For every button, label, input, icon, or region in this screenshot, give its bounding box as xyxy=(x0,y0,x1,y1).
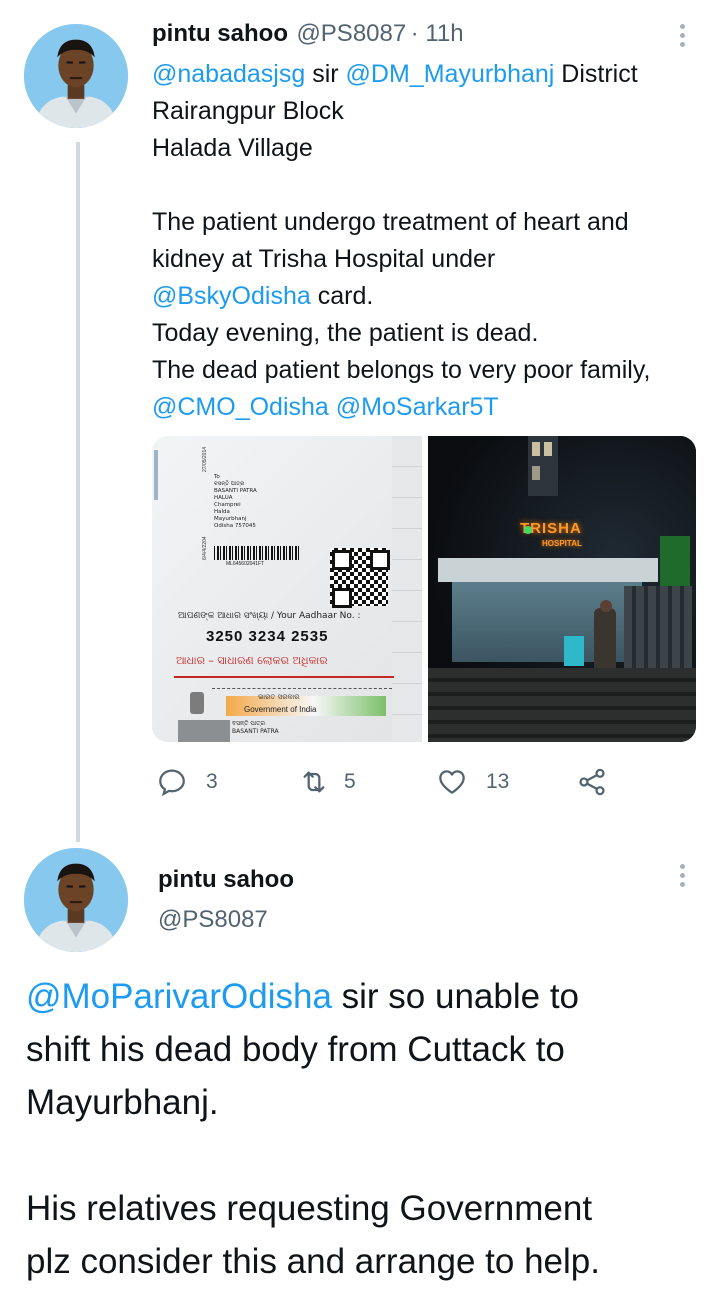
aadhaar-label: ଆପଣଙ୍କ ଆଧାର ସଂଖ୍ୟା / Your Aadhaar No. : xyxy=(178,611,361,621)
steps xyxy=(428,668,696,742)
person-head xyxy=(600,600,612,612)
card-side-number: 6/4/4/2204 xyxy=(202,536,208,560)
more-icon[interactable] xyxy=(672,24,692,47)
avatar[interactable] xyxy=(24,24,128,128)
plant xyxy=(660,536,690,586)
avatar-photo xyxy=(24,848,128,952)
user-handle[interactable]: @PS8087 xyxy=(158,906,268,934)
tweet-header: pintu sahoo @PS8087 · 11h xyxy=(152,20,672,54)
text-line: Today evening, the patient is dead. xyxy=(152,319,539,347)
mention-link[interactable]: @CMO_Odisha xyxy=(152,393,329,421)
barcode-text: ML645602041FT xyxy=(226,561,265,567)
entrance-canopy xyxy=(438,558,658,582)
card-text: Halda xyxy=(214,509,230,515)
mention-link[interactable]: @DM_Mayurbhanj xyxy=(346,60,555,88)
display-name[interactable]: pintu sahoo xyxy=(152,20,288,47)
aadhaar-slogan: ଆଧାର – ସାଧାରଣ ଲୋକର ଅଧିକାର xyxy=(176,654,328,667)
mention-link[interactable]: @MoParivarOdisha xyxy=(26,977,332,1016)
text-line: Mayurbhanj. xyxy=(26,1083,219,1122)
window-light xyxy=(532,466,540,480)
gas-cylinders xyxy=(624,586,692,676)
avatar-photo xyxy=(24,24,128,128)
timestamp[interactable]: · 11h xyxy=(411,20,464,47)
card-text: Champrei xyxy=(214,502,241,508)
qr-finder xyxy=(332,588,352,608)
text-line: The patient undergo treatment of heart a… xyxy=(152,208,629,236)
share-button[interactable] xyxy=(576,766,616,798)
barcode xyxy=(214,546,300,560)
qr-finder xyxy=(370,550,390,570)
text-line: His relatives requesting Government xyxy=(26,1189,593,1228)
text-line: plz consider this and arrange to help. xyxy=(26,1242,600,1281)
aadhaar-number: 3250 3234 2535 xyxy=(206,628,329,645)
card-address: To ବସନ୍ତି ପାତ୍ର BASANTI PATRA HALUA Cham… xyxy=(214,474,257,530)
card-side-number: 27/05/2014 xyxy=(202,446,208,472)
card-text: Government of India xyxy=(244,705,317,714)
text-fragment: card. xyxy=(310,282,374,310)
retweet-icon xyxy=(303,771,325,793)
card-text: Mayurbhanj xyxy=(214,516,247,522)
card-text: ବସନ୍ତି ପାତ୍ର xyxy=(214,481,245,487)
more-icon[interactable] xyxy=(672,864,692,887)
text-line: Rairangpur Block xyxy=(152,97,344,125)
card-border-mark xyxy=(154,450,158,500)
cut-line xyxy=(212,688,392,689)
text-fragment: sir xyxy=(305,60,346,88)
card-text: To xyxy=(214,474,220,480)
like-count: 13 xyxy=(486,770,510,793)
card-text: BASANTI PATRA xyxy=(214,488,257,494)
window-light xyxy=(544,442,552,456)
text-line: kidney at Trisha Hospital under xyxy=(152,245,496,273)
retweet-button[interactable]: 5 xyxy=(298,766,388,798)
card-text: Odisha 757045 xyxy=(214,523,256,529)
share-icon xyxy=(579,768,605,796)
text-fragment: sir so unable to xyxy=(331,977,580,1016)
avatar[interactable] xyxy=(24,848,128,952)
entrance-desk xyxy=(564,636,584,666)
card-name-block: ବସନ୍ତି ପାତ୍ର BASANTI PATRA xyxy=(232,720,279,736)
reply-count: 3 xyxy=(206,770,218,793)
text-line: shift his dead body from Cuttack to xyxy=(26,1030,565,1069)
mention-link[interactable]: @MoSarkar5T xyxy=(336,393,499,421)
mention-link[interactable]: @BskyOdisha xyxy=(152,282,311,310)
card-text: BASANTI PATRA xyxy=(232,728,279,735)
text-line: The dead patient belongs to very poor fa… xyxy=(152,356,651,384)
hospital-logo-icon xyxy=(524,526,532,534)
card-edge xyxy=(392,436,422,742)
tweet-text: @nabadasjsg sir @DM_Mayurbhanj District … xyxy=(152,56,712,426)
window-light xyxy=(532,442,540,456)
text-line: Halada Village xyxy=(152,134,313,162)
reply-icon xyxy=(159,769,185,797)
card-photo xyxy=(178,720,230,742)
card-text: ବସନ୍ତି ପାତ୍ର xyxy=(232,720,266,727)
card-text: HALUA xyxy=(214,495,233,501)
thread-line xyxy=(76,142,80,842)
like-button[interactable]: 13 xyxy=(436,766,536,798)
red-rule xyxy=(174,676,394,678)
mention-link[interactable]: @nabadasjsg xyxy=(152,60,305,88)
display-name[interactable]: pintu sahoo xyxy=(158,866,294,894)
media-image-hospital[interactable]: TRISHA HOSPITAL xyxy=(428,436,696,742)
tweet-actions: 3 5 13 xyxy=(152,760,692,804)
reply-button[interactable]: 3 xyxy=(156,766,246,798)
card-text: ଭାରତ ସରକାର xyxy=(258,693,300,701)
hospital-sign: HOSPITAL xyxy=(542,539,582,548)
text-fragment: District xyxy=(554,60,638,88)
like-icon xyxy=(439,770,465,794)
media-image-aadhaar-card[interactable]: 27/05/2014 6/4/4/2204 To ବସନ୍ତି ପାତ୍ର BA… xyxy=(152,436,422,742)
emblem-icon xyxy=(190,692,204,714)
tweet-text: @MoParivarOdisha sir so unable to shift … xyxy=(26,970,706,1288)
user-handle[interactable]: @PS8087 xyxy=(296,20,406,47)
retweet-count: 5 xyxy=(344,770,356,793)
qr-finder xyxy=(332,550,352,570)
